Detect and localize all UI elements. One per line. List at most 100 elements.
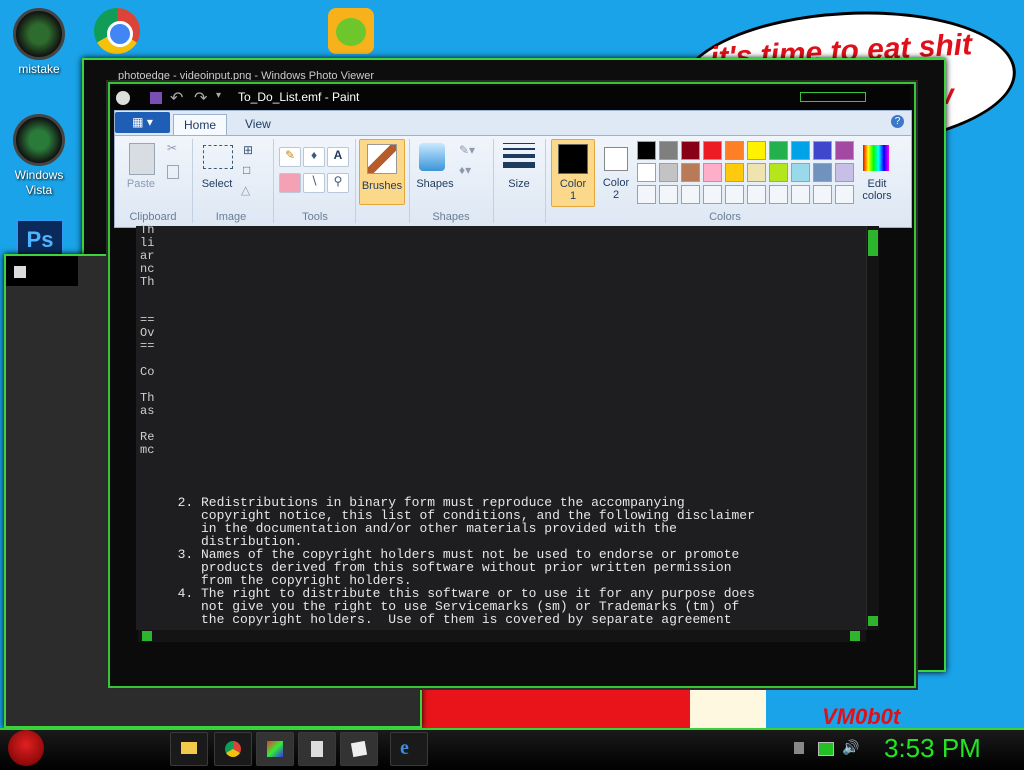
taskbar-console[interactable]	[298, 732, 336, 766]
desktop-icon-label: mistake	[18, 62, 60, 76]
palette-swatch[interactable]	[747, 141, 766, 160]
scroll-left-button[interactable]	[142, 631, 152, 641]
save-icon[interactable]	[150, 92, 162, 104]
separator	[355, 139, 356, 223]
palette-swatch[interactable]	[725, 185, 744, 204]
select-button[interactable]: Select	[195, 178, 239, 190]
palette-swatch[interactable]	[813, 185, 832, 204]
help-icon[interactable]: ?	[891, 115, 904, 128]
horizontal-scrollbar[interactable]	[138, 630, 866, 642]
color2-button[interactable]: Color 2	[595, 139, 637, 205]
palette-swatch[interactable]	[659, 141, 678, 160]
undo-icon[interactable]: ↶	[170, 88, 183, 108]
color1-button[interactable]: Color 1	[551, 139, 595, 207]
photo-icon	[350, 740, 368, 758]
taskbar-ie[interactable]: e	[390, 732, 428, 766]
tab-view[interactable]: View	[235, 114, 281, 134]
quick-access-dropdown-icon[interactable]: ▾	[216, 90, 221, 101]
fill-icon[interactable]: ♦	[303, 147, 325, 167]
taskbar	[0, 728, 1024, 770]
desktop-icon-mistake[interactable]: mistake	[4, 8, 74, 77]
paste-icon	[129, 143, 155, 175]
wallpaper-white-panel	[690, 688, 766, 728]
palette-swatch[interactable]	[791, 141, 810, 160]
taskbar-chrome[interactable]	[214, 732, 252, 766]
taskbar-explorer[interactable]	[170, 732, 208, 766]
vertical-scrollbar[interactable]	[866, 226, 879, 630]
scroll-down-button[interactable]	[868, 616, 878, 626]
desktop-icon-bad-piggies[interactable]	[316, 8, 386, 56]
taskbar-clock[interactable]: 3:53 PM	[884, 733, 981, 764]
palette-swatch[interactable]	[703, 185, 722, 204]
palette-swatch[interactable]	[681, 163, 700, 182]
tab-home[interactable]: Home	[173, 114, 228, 135]
color1-swatch	[558, 144, 588, 174]
console-icon	[311, 741, 323, 757]
palette-swatch[interactable]	[791, 163, 810, 182]
palette-swatch[interactable]	[681, 141, 700, 160]
palette-swatch[interactable]	[835, 141, 854, 160]
paint-app-icon	[116, 91, 130, 105]
edit-colors-button[interactable]: Edit colors	[855, 178, 899, 202]
palette-swatch[interactable]	[637, 163, 656, 182]
palette-swatch[interactable]	[747, 185, 766, 204]
taskbar-photo-viewer[interactable]	[340, 732, 378, 766]
pencil-icon[interactable]: ✎	[279, 147, 301, 167]
paint-titlebar[interactable]: ↶ ↷ ▾ To_Do_List.emf - Paint	[110, 86, 910, 110]
scroll-right-button[interactable]	[850, 631, 860, 641]
scroll-thumb[interactable]	[868, 230, 878, 256]
tray-network-icon[interactable]	[818, 742, 834, 756]
separator	[409, 139, 410, 223]
palette-swatch[interactable]	[769, 141, 788, 160]
paste-button[interactable]: Paste	[121, 178, 161, 190]
crop-icon[interactable]: ⊞	[243, 143, 253, 157]
palette-swatch[interactable]	[769, 185, 788, 204]
window-title: To_Do_List.emf - Paint	[238, 90, 360, 104]
palette-swatch[interactable]	[835, 185, 854, 204]
group-tools-label: Tools	[302, 211, 328, 223]
folder-icon	[181, 742, 197, 754]
desktop-icon-chrome[interactable]	[82, 8, 152, 56]
start-button[interactable]	[8, 730, 44, 766]
palette-swatch[interactable]	[703, 141, 722, 160]
redo-icon[interactable]: ↷	[194, 88, 207, 108]
rotate-icon[interactable]: △	[241, 183, 250, 197]
shapes-button[interactable]: Shapes	[413, 178, 457, 190]
palette-swatch[interactable]	[813, 163, 832, 182]
palette-swatch[interactable]	[835, 163, 854, 182]
eraser-icon[interactable]	[279, 173, 301, 193]
palette-swatch[interactable]	[769, 163, 788, 182]
palette-swatch[interactable]	[681, 185, 700, 204]
resize-icon[interactable]: □	[243, 163, 250, 177]
desktop-icon-windows-vista[interactable]: Windows Vista	[4, 114, 74, 198]
paint-icon	[267, 741, 283, 757]
outline-icon[interactable]: ✎▾	[459, 143, 475, 157]
color-picker-icon[interactable]: ∖	[303, 173, 325, 193]
magnifier-icon[interactable]: ⚲	[327, 173, 349, 193]
size-button[interactable]: Size	[499, 178, 539, 190]
cut-icon[interactable]: ✂	[167, 141, 177, 155]
palette-swatch[interactable]	[703, 163, 722, 182]
palette-swatch[interactable]	[637, 185, 656, 204]
brushes-button[interactable]: Brushes	[359, 139, 405, 205]
text-icon[interactable]: A	[327, 147, 349, 167]
palette-swatch[interactable]	[747, 163, 766, 182]
palette-swatch[interactable]	[725, 163, 744, 182]
brush-icon	[367, 144, 397, 174]
shape-fill-icon[interactable]: ♦▾	[459, 163, 471, 177]
copy-icon[interactable]	[167, 165, 179, 179]
palette-swatch[interactable]	[791, 185, 810, 204]
palette-swatch[interactable]	[725, 141, 744, 160]
separator	[493, 139, 494, 223]
tray-flag-icon[interactable]	[794, 742, 804, 754]
palette-swatch[interactable]	[659, 185, 678, 204]
color2-swatch	[604, 147, 628, 171]
taskbar-paint[interactable]	[256, 732, 294, 766]
palette-swatch[interactable]	[637, 141, 656, 160]
palette-swatch[interactable]	[659, 163, 678, 182]
window-controls[interactable]	[800, 92, 866, 102]
tray-volume-icon[interactable]: 🔊	[842, 739, 859, 756]
file-menu-button[interactable]: ▦ ▾	[115, 112, 170, 133]
palette-swatch[interactable]	[813, 141, 832, 160]
chrome-icon	[225, 741, 241, 757]
